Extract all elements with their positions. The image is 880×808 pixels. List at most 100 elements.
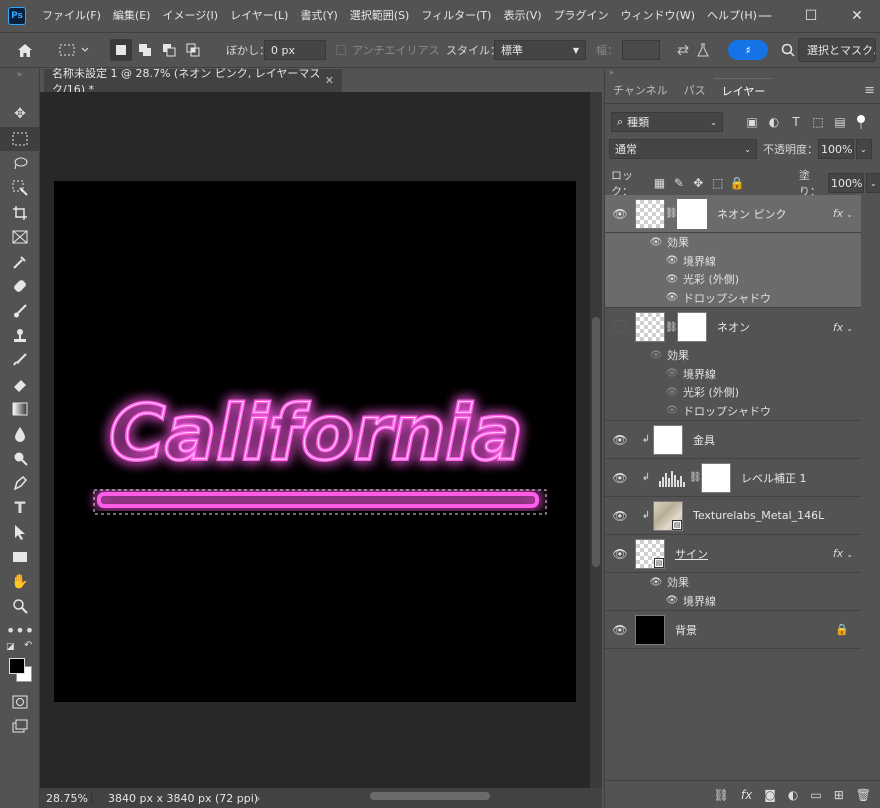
object-selection-tool-icon[interactable] <box>0 176 40 201</box>
intersect-selection-button[interactable] <box>182 39 204 61</box>
swap-colors-icon[interactable]: ↶ <box>24 640 32 651</box>
scroll-thumb[interactable] <box>592 317 600 567</box>
fill-input[interactable]: 100% <box>827 173 864 193</box>
layer-row[interactable]: 👁 ⛓ ネオン ピンク fx ⌄ <box>605 195 861 233</box>
eraser-tool-icon[interactable] <box>0 373 40 398</box>
layer-name[interactable]: レベル補正 1 <box>741 470 807 486</box>
menu-window[interactable]: ウィンドウ(W) <box>615 0 701 32</box>
layer-mask-thumbnail[interactable] <box>677 312 707 342</box>
filter-shape-icon[interactable]: ⬚ <box>807 115 829 129</box>
screen-mode-icon[interactable] <box>0 714 40 739</box>
dodge-tool-icon[interactable] <box>0 446 40 471</box>
history-brush-tool-icon[interactable] <box>0 348 40 373</box>
feather-input[interactable]: 0 px <box>264 40 326 60</box>
visibility-toggle[interactable] <box>605 320 635 335</box>
type-tool-icon[interactable]: T <box>0 496 40 521</box>
eye-icon[interactable]: 👁 <box>665 368 679 379</box>
eyedropper-tool-icon[interactable] <box>0 250 40 275</box>
eye-icon[interactable]: 👁 <box>605 207 635 221</box>
tab-layers[interactable]: レイヤー <box>713 78 774 103</box>
default-colors-icon[interactable]: ◪ <box>6 642 15 652</box>
filter-adjustment-icon[interactable]: ◐ <box>763 115 785 129</box>
filter-pixel-icon[interactable]: ▣ <box>741 115 763 129</box>
toolbar-collapse-icon[interactable]: » <box>0 68 39 82</box>
menu-select[interactable]: 選択範囲(S) <box>344 0 416 32</box>
effect-item[interactable]: 👁 光彩 (外側) <box>605 270 861 289</box>
layer-name[interactable]: Texturelabs_Metal_146L <box>693 509 824 522</box>
fx-icon[interactable]: fx ⌄ <box>833 547 853 560</box>
new-layer-icon[interactable]: ⊞ <box>834 788 844 802</box>
canvas-area[interactable]: California California <box>40 92 590 788</box>
menu-layer[interactable]: レイヤー(L) <box>224 0 294 32</box>
layers-scrollbar[interactable] <box>861 195 880 780</box>
marquee-tool-icon[interactable] <box>0 126 40 152</box>
panel-menu-icon[interactable]: ≡ <box>864 78 875 103</box>
minimize-button[interactable]: — <box>742 0 788 32</box>
crop-tool-icon[interactable] <box>0 200 40 225</box>
effect-item[interactable]: 👁 ドロップシャドウ <box>605 402 861 421</box>
lock-all-icon[interactable]: 🔒 <box>727 176 746 190</box>
status-menu-arrow[interactable]: › <box>256 792 260 805</box>
maximize-button[interactable]: ☐ <box>788 0 834 32</box>
new-adjustment-icon[interactable]: ◐ <box>788 788 798 802</box>
home-icon[interactable] <box>12 33 38 67</box>
effect-item[interactable]: 👁 境界線 <box>605 592 861 611</box>
eye-icon[interactable]: 👁 <box>605 623 635 637</box>
marquee-preset-icon[interactable] <box>52 33 98 67</box>
effects-header[interactable]: 👁 効果 <box>605 233 861 252</box>
effect-item[interactable]: 👁 光彩 (外側) <box>605 383 861 402</box>
fill-dropdown-icon[interactable]: ⌄ <box>865 173 880 193</box>
filter-type-icon[interactable]: T <box>785 115 807 129</box>
menu-edit[interactable]: 編集(E) <box>107 0 157 32</box>
layer-row[interactable]: ⛓ ネオン fx ⌄ <box>605 308 861 346</box>
gradient-tool-icon[interactable] <box>0 397 40 422</box>
layer-row[interactable]: 👁 背景 🔒 <box>605 611 861 649</box>
lock-artboard-icon[interactable]: ⬚ <box>708 176 727 190</box>
menu-view[interactable]: 表示(V) <box>497 0 547 32</box>
frame-tool-icon[interactable] <box>0 225 40 250</box>
eye-icon[interactable]: 👁 <box>605 471 635 485</box>
toggle-switch[interactable]: ♯ <box>728 40 768 60</box>
filter-smartobject-icon[interactable]: ▤ <box>829 115 851 129</box>
layer-name[interactable]: 背景 <box>675 622 697 638</box>
tab-paths[interactable]: パス <box>676 78 714 103</box>
eye-icon[interactable]: 👁 <box>665 255 679 266</box>
effect-item[interactable]: 👁 境界線 <box>605 252 861 271</box>
fx-icon[interactable]: fx ⌄ <box>833 207 853 220</box>
chain-icon[interactable]: ⛓ <box>689 472 702 483</box>
add-selection-button[interactable] <box>134 39 156 61</box>
eye-icon[interactable]: 👁 <box>665 387 679 398</box>
eye-icon[interactable]: 👁 <box>649 237 663 248</box>
panel-collapse-icon[interactable]: » <box>605 68 880 78</box>
quick-mask-icon[interactable] <box>0 690 40 715</box>
layer-name[interactable]: ネオン <box>717 319 750 335</box>
lasso-tool-icon[interactable] <box>0 151 40 176</box>
eye-icon[interactable]: 👁 <box>665 292 679 303</box>
chain-icon[interactable]: ⛓ <box>665 208 678 219</box>
menu-type[interactable]: 書式(Y) <box>294 0 343 32</box>
new-selection-button[interactable] <box>110 39 132 61</box>
new-group-icon[interactable]: ▭ <box>810 788 821 802</box>
close-tab-icon[interactable]: ✕ <box>325 74 334 87</box>
menu-filter[interactable]: フィルター(T) <box>415 0 497 32</box>
menu-plugins[interactable]: プラグイン <box>548 0 615 32</box>
filter-toggle[interactable] <box>857 115 865 129</box>
eye-icon[interactable]: 👁 <box>649 350 663 361</box>
hand-tool-icon[interactable]: ✋ <box>0 569 40 594</box>
effect-item[interactable]: 👁 境界線 <box>605 365 861 384</box>
layer-name[interactable]: 金具 <box>693 432 715 448</box>
layer-row[interactable]: 👁 ↲ ⛓ レベル補正 1 <box>605 459 861 497</box>
brush-tool-icon[interactable] <box>0 299 40 324</box>
layer-mask-thumbnail[interactable] <box>677 198 707 229</box>
effects-header[interactable]: 👁 効果 <box>605 346 861 365</box>
layer-mask-thumbnail[interactable] <box>701 462 731 493</box>
search-icon[interactable] <box>780 33 796 67</box>
delete-layer-icon[interactable]: 🗑 <box>856 788 871 802</box>
lock-transparent-icon[interactable]: ▦ <box>650 176 669 190</box>
canvas-vertical-scrollbar[interactable] <box>590 92 602 788</box>
move-tool-icon[interactable]: ✥ <box>0 102 40 127</box>
eye-icon[interactable]: 👁 <box>665 595 679 606</box>
more-tools-icon[interactable]: ••• <box>0 618 40 643</box>
add-mask-icon[interactable]: ◙ <box>764 788 776 802</box>
zoom-level[interactable]: 28.75% <box>40 791 92 805</box>
